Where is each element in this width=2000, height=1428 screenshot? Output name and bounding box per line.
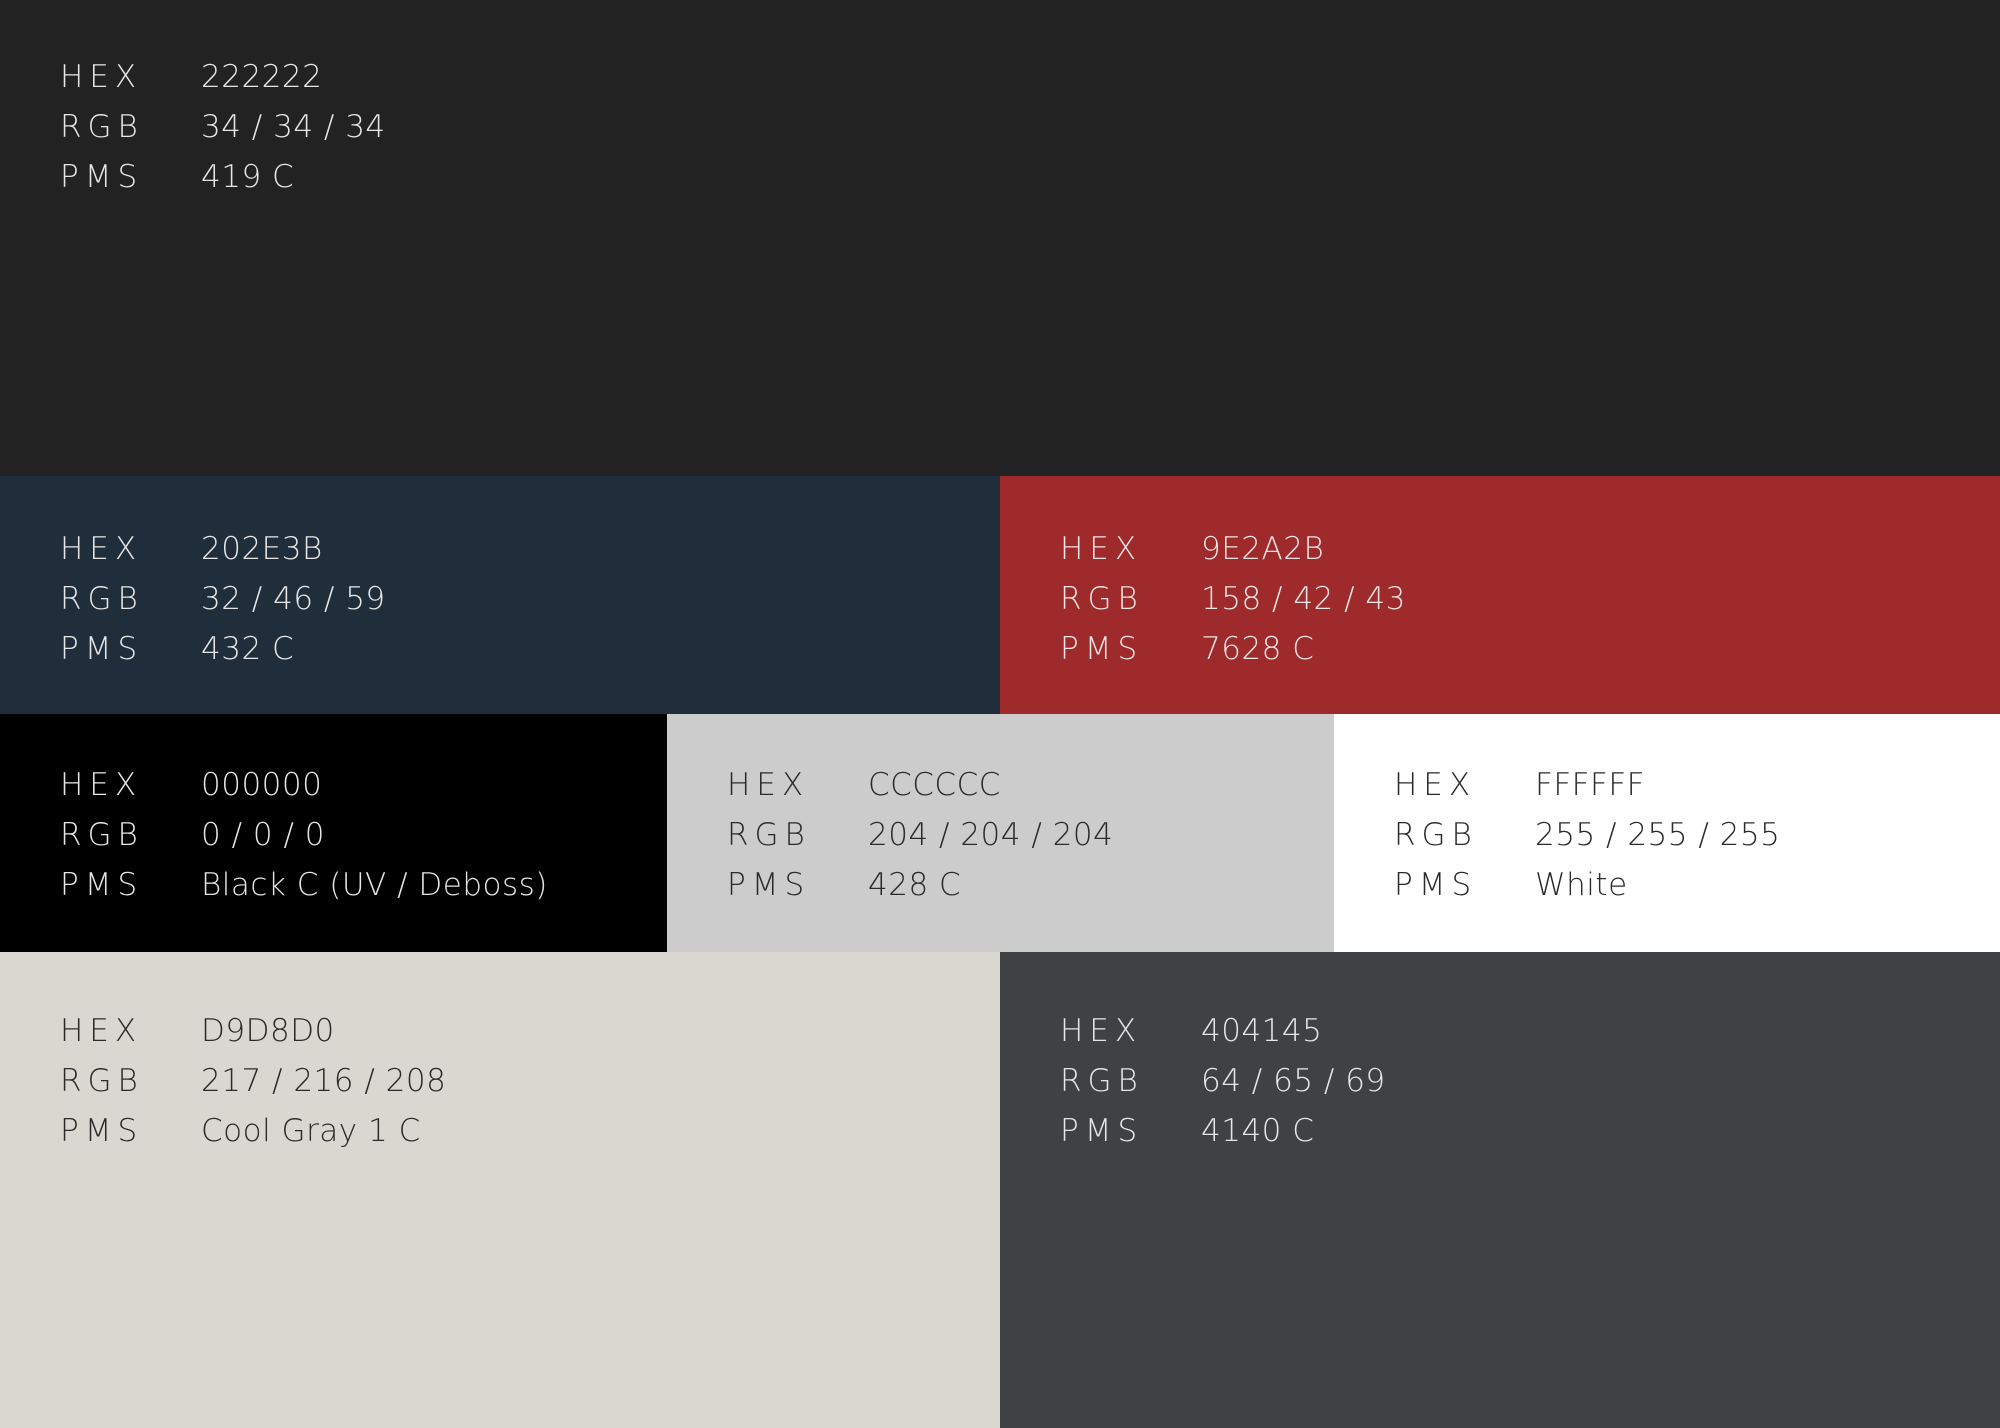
pms-row: PMS White: [1394, 860, 1780, 910]
rgb-value: 204 / 204 / 204: [868, 817, 1114, 853]
rgb-row: RGB 255 / 255 / 255: [1394, 810, 1780, 860]
swatch-202e3b: HEX 202E3B RGB 32 / 46 / 59 PMS 432 C: [0, 476, 1000, 714]
pms-value: Cool Gray 1 C: [201, 1113, 421, 1149]
rgb-row: RGB 64 / 65 / 69: [1060, 1056, 1386, 1106]
rgb-value: 34 / 34 / 34: [201, 109, 386, 145]
hex-label: HEX: [1394, 767, 1477, 803]
rgb-value: 217 / 216 / 208: [201, 1063, 447, 1099]
pms-row: PMS 419 C: [60, 152, 386, 202]
pms-label: PMS: [60, 1113, 144, 1149]
swatch-info: HEX 202E3B RGB 32 / 46 / 59 PMS 432 C: [60, 524, 386, 674]
hex-label: HEX: [60, 1013, 143, 1049]
rgb-row: RGB 217 / 216 / 208: [60, 1056, 446, 1106]
rgb-row: RGB 0 / 0 / 0: [60, 810, 548, 860]
rgb-label: RGB: [1060, 581, 1144, 617]
rgb-label: RGB: [60, 1063, 144, 1099]
rgb-row: RGB 32 / 46 / 59: [60, 574, 386, 624]
swatch-info: HEX 404145 RGB 64 / 65 / 69 PMS 4140 C: [1060, 1006, 1386, 1156]
swatch-info: HEX 9E2A2B RGB 158 / 42 / 43 PMS 7628 C: [1060, 524, 1406, 674]
hex-value: D9D8D0: [201, 1013, 335, 1049]
hex-row: HEX 404145: [1060, 1006, 1386, 1056]
pms-value: Black C (UV / Deboss): [201, 867, 548, 903]
rgb-value: 255 / 255 / 255: [1535, 817, 1781, 853]
rgb-label: RGB: [60, 109, 144, 145]
hex-row: HEX CCCCCC: [727, 760, 1113, 810]
hex-label: HEX: [1060, 1013, 1143, 1049]
pms-value: 428 C: [868, 867, 962, 903]
rgb-label: RGB: [60, 581, 144, 617]
pms-value: 432 C: [201, 631, 295, 667]
hex-row: HEX FFFFFF: [1394, 760, 1780, 810]
pms-value: 7628 C: [1201, 631, 1315, 667]
pms-label: PMS: [60, 867, 144, 903]
swatch-9e2a2b: HEX 9E2A2B RGB 158 / 42 / 43 PMS 7628 C: [1000, 476, 2000, 714]
swatch-info: HEX FFFFFF RGB 255 / 255 / 255 PMS White: [1394, 760, 1780, 910]
pms-label: PMS: [1060, 1113, 1144, 1149]
pms-label: PMS: [60, 159, 144, 195]
rgb-row: RGB 204 / 204 / 204: [727, 810, 1113, 860]
hex-row: HEX 202E3B: [60, 524, 386, 574]
rgb-value: 158 / 42 / 43: [1201, 581, 1406, 617]
swatch-404145: HEX 404145 RGB 64 / 65 / 69 PMS 4140 C: [1000, 952, 2000, 1428]
swatch-info: HEX CCCCCC RGB 204 / 204 / 204 PMS 428 C: [727, 760, 1113, 910]
hex-value: 404145: [1201, 1013, 1323, 1049]
rgb-label: RGB: [1394, 817, 1478, 853]
swatch-222222: HEX 222222 RGB 34 / 34 / 34 PMS 419 C: [0, 0, 2000, 476]
hex-row: HEX 222222: [60, 52, 386, 102]
swatch-ffffff: HEX FFFFFF RGB 255 / 255 / 255 PMS White: [1334, 714, 2000, 952]
swatch-info: HEX 222222 RGB 34 / 34 / 34 PMS 419 C: [60, 52, 386, 202]
hex-label: HEX: [60, 767, 143, 803]
hex-value: 9E2A2B: [1201, 531, 1325, 567]
rgb-value: 64 / 65 / 69: [1201, 1063, 1386, 1099]
rgb-label: RGB: [60, 817, 144, 853]
pms-row: PMS 432 C: [60, 624, 386, 674]
rgb-row: RGB 34 / 34 / 34: [60, 102, 386, 152]
hex-value: 222222: [201, 59, 323, 95]
hex-label: HEX: [60, 59, 143, 95]
pms-label: PMS: [60, 631, 144, 667]
swatch-info: HEX 000000 RGB 0 / 0 / 0 PMS Black C (UV / …: [60, 760, 548, 910]
swatch-cccccc: HEX CCCCCC RGB 204 / 204 / 204 PMS 428 C: [667, 714, 1334, 952]
pms-label: PMS: [727, 867, 811, 903]
rgb-label: RGB: [1060, 1063, 1144, 1099]
hex-value: CCCCCC: [868, 767, 1001, 803]
pms-row: PMS 428 C: [727, 860, 1113, 910]
rgb-label: RGB: [727, 817, 811, 853]
pms-row: PMS Black C (UV / Deboss): [60, 860, 548, 910]
hex-value: 202E3B: [201, 531, 323, 567]
hex-label: HEX: [60, 531, 143, 567]
hex-label: HEX: [727, 767, 810, 803]
pms-row: PMS 4140 C: [1060, 1106, 1386, 1156]
hex-value: FFFFFF: [1535, 767, 1645, 803]
pms-label: PMS: [1060, 631, 1144, 667]
pms-label: PMS: [1394, 867, 1478, 903]
pms-row: PMS Cool Gray 1 C: [60, 1106, 446, 1156]
pms-row: PMS 7628 C: [1060, 624, 1406, 674]
swatch-info: HEX D9D8D0 RGB 217 / 216 / 208 PMS Cool Gra…: [60, 1006, 446, 1156]
color-palette: HEX 222222 RGB 34 / 34 / 34 PMS 419 C HEX 20…: [0, 0, 2000, 1428]
hex-row: HEX D9D8D0: [60, 1006, 446, 1056]
pms-value: White: [1535, 867, 1628, 903]
pms-value: 4140 C: [1201, 1113, 1315, 1149]
rgb-row: RGB 158 / 42 / 43: [1060, 574, 1406, 624]
pms-value: 419 C: [201, 159, 295, 195]
swatch-000000: HEX 000000 RGB 0 / 0 / 0 PMS Black C (UV / …: [0, 714, 667, 952]
hex-label: HEX: [1060, 531, 1143, 567]
hex-row: HEX 000000: [60, 760, 548, 810]
hex-row: HEX 9E2A2B: [1060, 524, 1406, 574]
rgb-value: 0 / 0 / 0: [201, 817, 325, 853]
hex-value: 000000: [201, 767, 323, 803]
rgb-value: 32 / 46 / 59: [201, 581, 386, 617]
swatch-d9d8d0: HEX D9D8D0 RGB 217 / 216 / 208 PMS Cool Gra…: [0, 952, 1000, 1428]
